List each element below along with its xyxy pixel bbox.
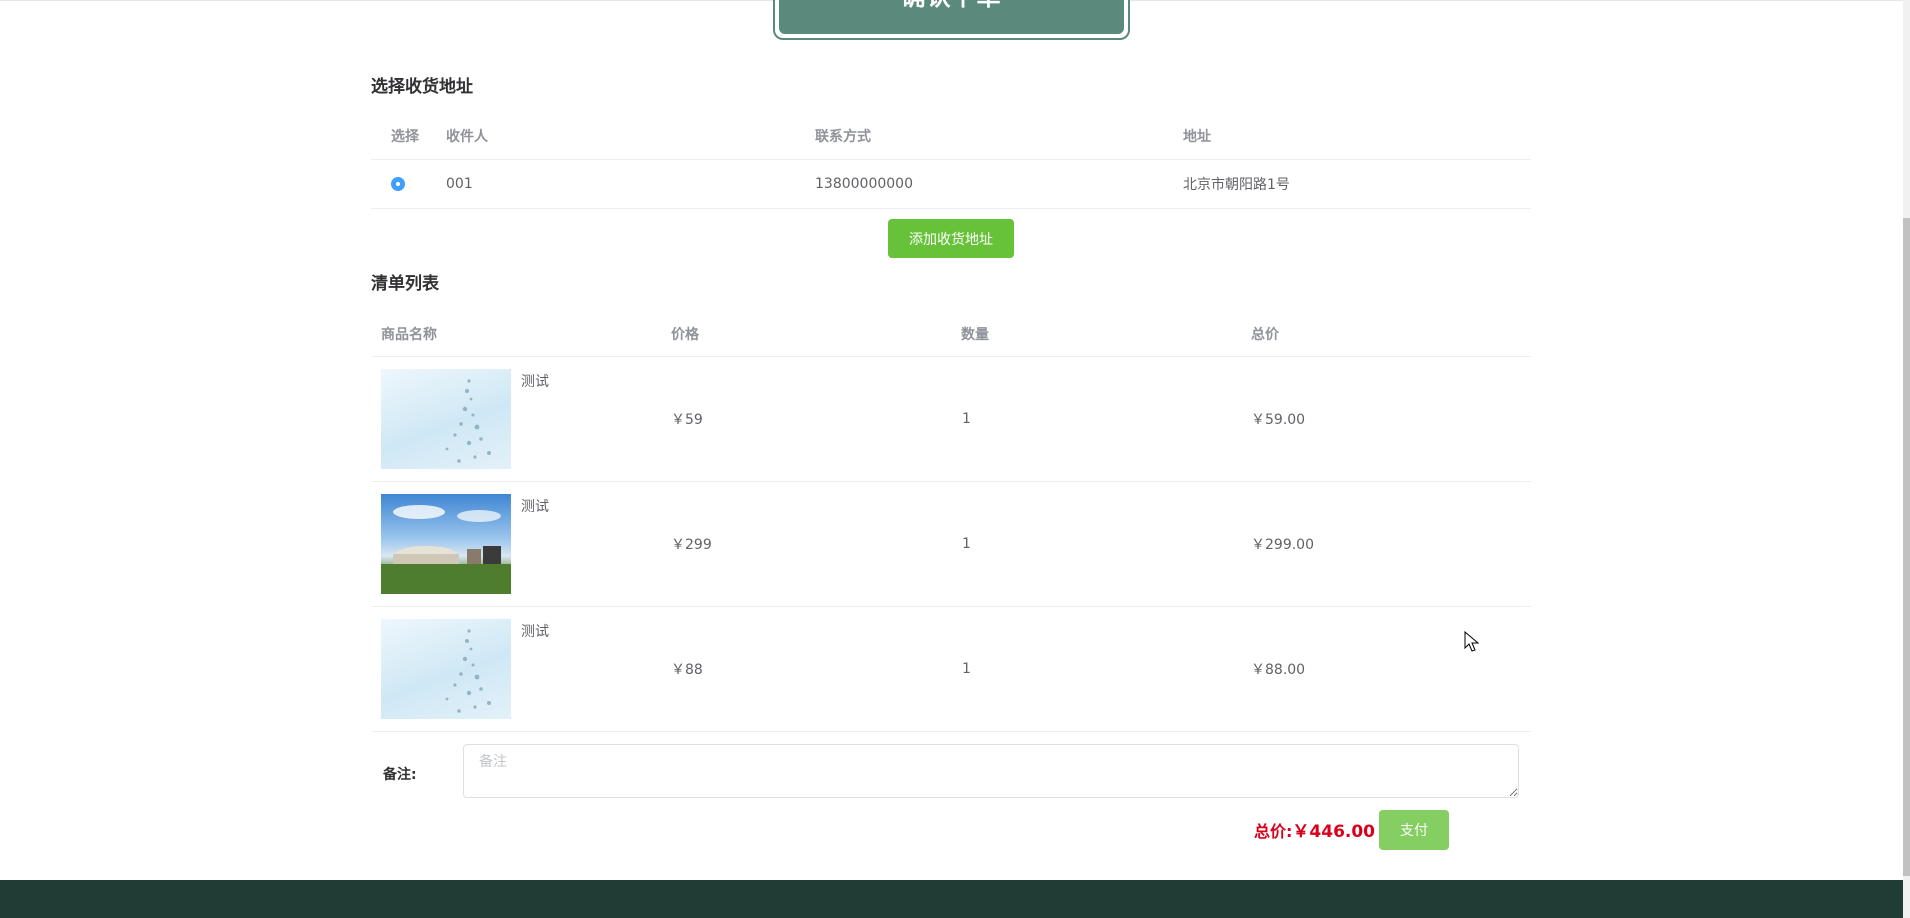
column-header-phone: 联系方式 — [815, 129, 871, 145]
product-quantity: 1 — [962, 536, 971, 552]
cart-item-row: 测试 ￥88 1 ￥88.00 — [371, 607, 1531, 732]
column-header-quantity: 数量 — [961, 326, 989, 343]
product-name: 测试 — [521, 624, 549, 640]
address-row[interactable]: 001 13800000000 北京市朝阳路1号 — [371, 160, 1531, 209]
address-radio[interactable] — [391, 177, 405, 191]
total-amount: ￥446.00 — [1292, 822, 1376, 842]
column-header-subtotal: 总价 — [1251, 326, 1279, 343]
page-title: 确认下单 — [779, 0, 1124, 34]
cart-item-row: 测试 ￥59 1 ￥59.00 — [371, 357, 1531, 482]
remark-label: 备注: — [383, 767, 417, 783]
address-table-header: 选择 收件人 联系方式 地址 — [371, 113, 1531, 160]
cart-item-row: 测试 ￥299 1 ￥299.00 — [371, 482, 1531, 607]
order-total: 总价:￥446.00 — [1254, 817, 1375, 842]
pay-button[interactable]: 支付 — [1379, 810, 1449, 850]
product-price: ￥88 — [671, 662, 703, 678]
address-table: 选择 收件人 联系方式 地址 001 13800000000 北京市朝阳路1号 — [371, 113, 1531, 209]
cart-table-header: 商品名称 价格 数量 总价 — [371, 311, 1531, 357]
scrollbar-thumb[interactable] — [1903, 218, 1910, 876]
column-header-select: 选择 — [391, 129, 419, 145]
address-section-title: 选择收货地址 — [371, 77, 473, 97]
page-header-banner: 确认下单 — [773, 0, 1130, 40]
address-radio-cell[interactable] — [391, 160, 405, 208]
product-image — [381, 619, 511, 719]
product-name: 测试 — [521, 499, 549, 515]
mouse-cursor-icon — [1464, 631, 1480, 652]
product-subtotal: ￥59.00 — [1251, 412, 1306, 428]
product-subtotal: ￥299.00 — [1251, 537, 1314, 553]
address-recipient: 001 — [446, 176, 473, 192]
column-header-address: 地址 — [1183, 129, 1211, 145]
page-footer — [0, 880, 1903, 918]
add-address-button[interactable]: 添加收货地址 — [888, 219, 1014, 258]
cart-table: 商品名称 价格 数量 总价 测试 ￥59 1 ￥59.00 测试 ￥299 1 … — [371, 311, 1531, 732]
address-phone: 13800000000 — [815, 176, 913, 192]
column-header-price: 价格 — [671, 326, 699, 343]
product-price: ￥299 — [671, 537, 712, 553]
page-scrollbar[interactable] — [1903, 0, 1910, 918]
column-header-product: 商品名称 — [381, 326, 437, 343]
cart-section-title: 清单列表 — [371, 274, 439, 294]
product-image — [381, 494, 511, 594]
total-label: 总价: — [1254, 822, 1293, 841]
product-name: 测试 — [521, 374, 549, 390]
product-image — [381, 369, 511, 469]
column-header-recipient: 收件人 — [446, 129, 488, 145]
product-quantity: 1 — [962, 411, 971, 427]
product-price: ￥59 — [671, 412, 703, 428]
remark-input[interactable] — [463, 744, 1519, 798]
product-quantity: 1 — [962, 661, 971, 677]
product-subtotal: ￥88.00 — [1251, 662, 1306, 678]
order-confirm-page: 确认下单 选择收货地址 选择 收件人 联系方式 地址 001 138000000… — [0, 0, 1910, 918]
address-text: 北京市朝阳路1号 — [1183, 177, 1290, 193]
